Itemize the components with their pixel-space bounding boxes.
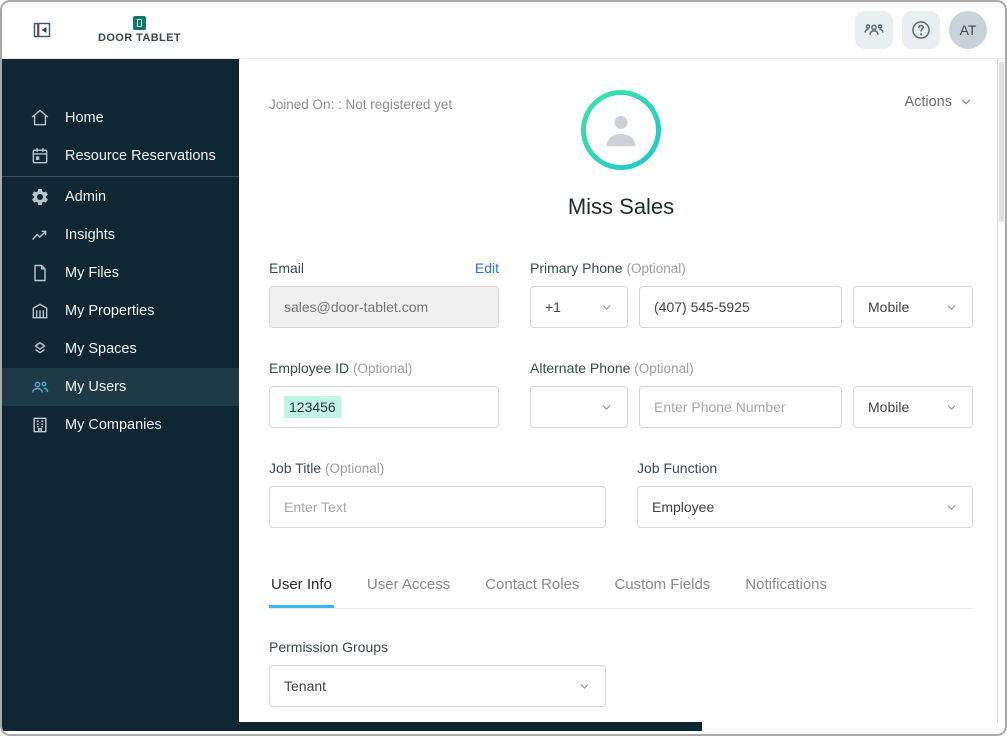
home-icon: [30, 108, 50, 128]
sidebar-item-label: My Properties: [65, 303, 155, 319]
logo-text: DOOR TABLET: [98, 32, 182, 44]
sidebar-item-home[interactable]: Home: [2, 99, 239, 137]
alternate-phone-type-select[interactable]: Mobile: [853, 386, 973, 428]
avatar-initials: AT: [959, 22, 977, 38]
chevron-down-icon: [945, 401, 958, 414]
footer-dark-strip: [2, 722, 702, 731]
building-icon: [30, 301, 50, 321]
panel-collapse-icon: [32, 20, 52, 40]
layers-icon: [30, 339, 50, 359]
user-form: Email Edit Primary Phone (Optional): [269, 260, 973, 528]
profile-name: Miss Sales: [567, 194, 675, 219]
permission-groups-select[interactable]: Tenant: [269, 665, 606, 707]
sidebar-collapse-button[interactable]: [30, 18, 54, 42]
app-window: DOOR TABLET AT Home Resource Reservation…: [0, 0, 1007, 736]
primary-country-code-select[interactable]: +1: [530, 286, 628, 328]
question-circle-icon: [910, 19, 932, 41]
email-field[interactable]: [269, 286, 499, 328]
tab-custom-fields[interactable]: Custom Fields: [612, 576, 712, 608]
office-icon: [30, 415, 50, 435]
alternate-phone-optional: (Optional): [634, 361, 694, 376]
alternate-phone-label: Alternate Phone: [530, 360, 631, 376]
employee-id-label: Employee ID: [269, 360, 350, 376]
joined-on-text: Joined On: : Not registered yet: [269, 97, 453, 112]
profile-avatar: [581, 90, 661, 170]
chevron-down-icon: [945, 501, 958, 514]
calendar-icon: [30, 146, 50, 166]
job-title-optional: (Optional): [325, 461, 385, 476]
permission-groups-group: Permission Groups Tenant: [269, 639, 606, 707]
primary-phone-label: Primary Phone: [530, 260, 623, 276]
sidebar: Home Resource Reservations Admin Insight: [2, 59, 239, 722]
main-content: Joined On: : Not registered yet Actions …: [239, 59, 1005, 722]
job-function-select[interactable]: Employee: [637, 486, 973, 528]
actions-label: Actions: [904, 94, 952, 110]
email-edit-link[interactable]: Edit: [475, 260, 499, 276]
tab-notifications[interactable]: Notifications: [743, 576, 829, 608]
file-icon: [30, 263, 50, 283]
job-title-label: Job Title: [269, 460, 322, 476]
permission-groups-label: Permission Groups: [269, 639, 389, 655]
person-silhouette-icon: [598, 107, 644, 153]
job-title-input[interactable]: [269, 486, 606, 528]
account-avatar[interactable]: AT: [949, 11, 987, 49]
alternate-phone-input[interactable]: [639, 386, 842, 428]
employee-id-value: 123456: [284, 396, 341, 418]
sidebar-item-label: My Spaces: [65, 341, 137, 357]
primary-phone-optional: (Optional): [626, 261, 686, 276]
chevron-down-icon: [600, 301, 613, 314]
sidebar-item-label: Home: [65, 110, 104, 126]
gear-icon: [30, 187, 50, 207]
topbar: DOOR TABLET AT: [2, 2, 1005, 59]
primary-phone-type-select[interactable]: Mobile: [853, 286, 973, 328]
sidebar-item-insights[interactable]: Insights: [2, 216, 239, 254]
employee-id-field[interactable]: 123456: [269, 386, 499, 428]
sidebar-item-admin[interactable]: Admin: [2, 178, 239, 216]
people-group-icon: [863, 19, 885, 41]
chevron-down-icon: [600, 401, 613, 414]
sidebar-divider: [2, 176, 239, 177]
door-tablet-logo-icon: [133, 16, 147, 30]
sidebar-item-label: Resource Reservations: [65, 148, 216, 164]
sidebar-item-label: Admin: [65, 189, 107, 205]
profile-tabs: User Info User Access Contact Roles Cust…: [269, 576, 973, 609]
sidebar-item-my-properties[interactable]: My Properties: [2, 292, 239, 330]
tab-user-access[interactable]: User Access: [365, 576, 452, 608]
actions-dropdown[interactable]: Actions: [904, 94, 973, 110]
help-button[interactable]: [902, 11, 940, 49]
sidebar-item-my-companies[interactable]: My Companies: [2, 406, 239, 444]
job-function-label: Job Function: [637, 460, 718, 476]
sidebar-item-my-files[interactable]: My Files: [2, 254, 239, 292]
tab-user-info[interactable]: User Info: [269, 576, 334, 608]
employee-id-optional: (Optional): [353, 361, 413, 376]
primary-phone-input[interactable]: [639, 286, 842, 328]
middle-region: Home Resource Reservations Admin Insight: [2, 59, 1005, 722]
sidebar-item-resource-reservations[interactable]: Resource Reservations: [2, 137, 239, 175]
users-icon: [30, 377, 50, 397]
footer-strip: [2, 722, 1005, 734]
topbar-right: AT: [855, 11, 987, 49]
chevron-down-icon: [945, 301, 958, 314]
chevron-down-icon: [959, 95, 973, 109]
scrollbar-thumb[interactable]: [999, 62, 1004, 222]
profile-header: Joined On: : Not registered yet Actions: [269, 90, 973, 170]
sidebar-item-label: Insights: [65, 227, 115, 243]
chevron-down-icon: [578, 680, 591, 693]
email-label: Email: [269, 260, 305, 276]
user-groups-button[interactable]: [855, 11, 893, 49]
vertical-scrollbar[interactable]: [997, 59, 1005, 722]
sidebar-item-label: My Files: [65, 265, 119, 281]
door-tablet-logo[interactable]: DOOR TABLET: [98, 16, 181, 44]
alternate-country-code-select[interactable]: [530, 386, 628, 428]
sidebar-item-label: My Companies: [65, 417, 162, 433]
sidebar-item-my-users[interactable]: My Users: [2, 368, 239, 406]
tab-contact-roles[interactable]: Contact Roles: [483, 576, 581, 608]
sidebar-item-my-spaces[interactable]: My Spaces: [2, 330, 239, 368]
insights-icon: [30, 225, 50, 245]
sidebar-item-label: My Users: [65, 379, 127, 395]
